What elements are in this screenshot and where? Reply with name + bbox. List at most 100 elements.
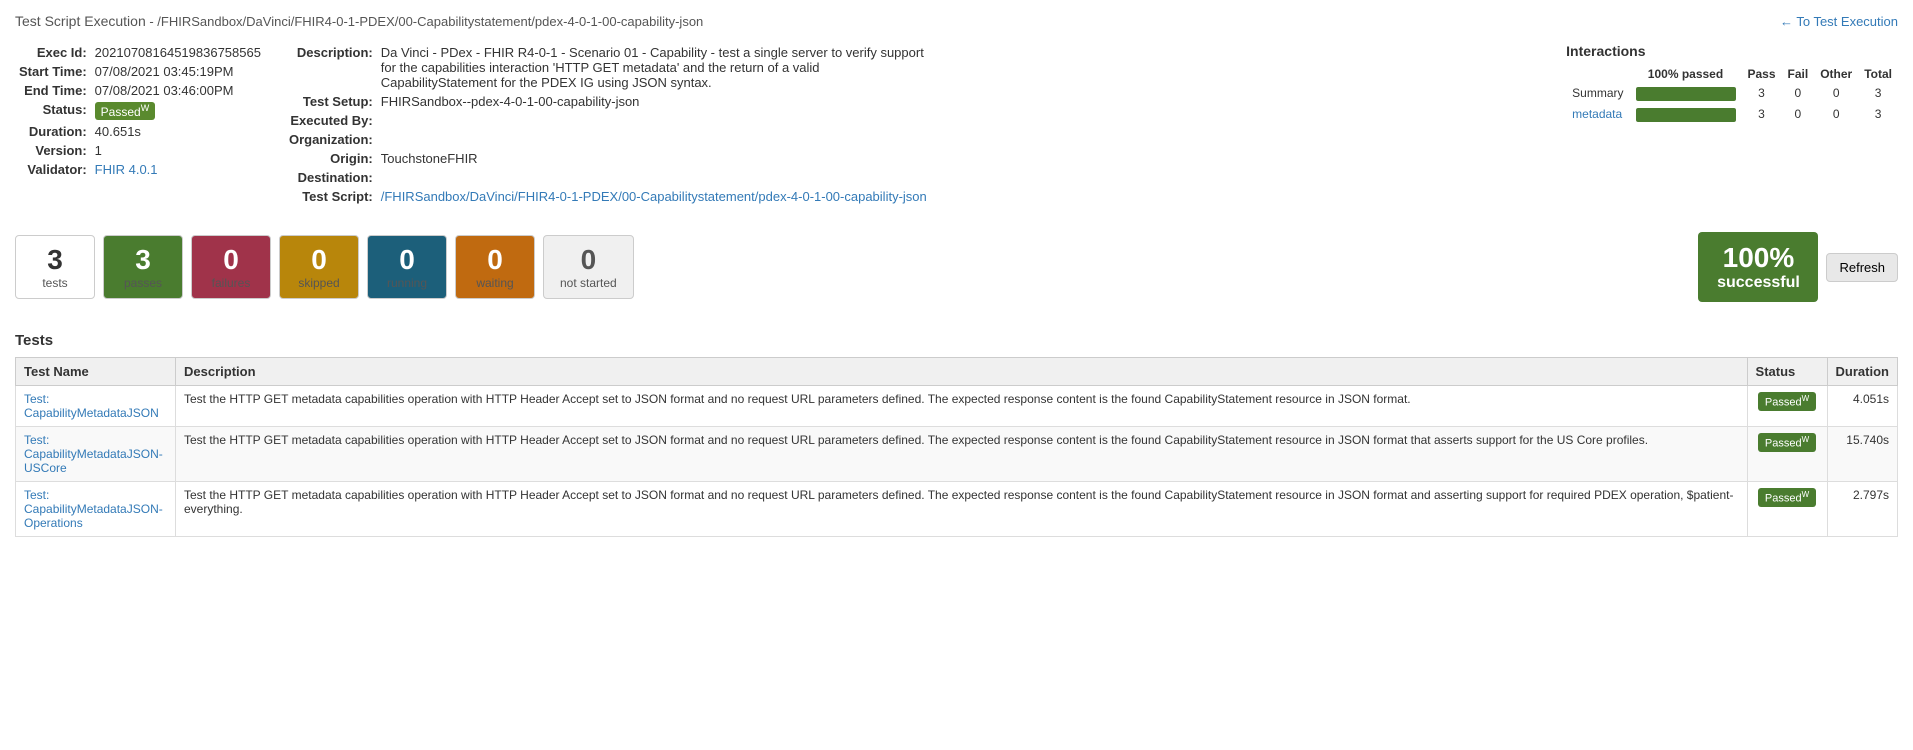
- organization-value: [377, 130, 931, 149]
- description-value: Da Vinci - PDex - FHIR R4-0-1 - Scenario…: [377, 43, 931, 92]
- version-label: Version:: [15, 141, 91, 160]
- interaction-other: 0: [1814, 104, 1858, 125]
- col-status-header: Status: [1747, 358, 1827, 386]
- test-description-cell: Test the HTTP GET metadata capabilities …: [176, 482, 1748, 537]
- failures-num: 0: [223, 244, 239, 276]
- tests-num: 3: [47, 244, 63, 276]
- col-pct-header: 100% passed: [1630, 65, 1742, 83]
- not-started-num: 0: [581, 244, 597, 276]
- failures-label: failures: [212, 276, 251, 290]
- col-test-name-header: Test Name: [16, 358, 176, 386]
- refresh-button[interactable]: Refresh: [1826, 253, 1898, 282]
- exec-info-panel: Exec Id: 20210708164519836758565 Start T…: [15, 43, 265, 206]
- stats-bar: 3 tests 3 passes 0 failures 0 skipped 0 …: [15, 222, 1898, 312]
- interaction-total: 3: [1858, 83, 1898, 104]
- validator-label: Validator:: [15, 160, 91, 179]
- running-num: 0: [399, 244, 415, 276]
- interaction-total: 3: [1858, 104, 1898, 125]
- description-label: Description:: [285, 43, 377, 92]
- tests-section-title: Tests: [15, 332, 1898, 349]
- test-status-cell: PassedW: [1747, 482, 1827, 537]
- status-badge: PassedW: [95, 102, 156, 120]
- test-script-link[interactable]: /FHIRSandbox/DaVinci/FHIR4-0-1-PDEX/00-C…: [381, 189, 927, 204]
- passes-label: passes: [124, 276, 162, 290]
- description-info-panel: Description: Da Vinci - PDex - FHIR R4-0…: [285, 43, 1546, 206]
- waiting-stat: 0 waiting: [455, 235, 535, 299]
- status-badge: PassedW: [1758, 488, 1816, 507]
- executed-by-value: [377, 111, 931, 130]
- end-time-value: 07/08/2021 03:46:00PM: [91, 81, 265, 100]
- interaction-progress: [1630, 83, 1742, 104]
- destination-label: Destination:: [285, 168, 377, 187]
- interactions-title: Interactions: [1566, 43, 1898, 59]
- duration-value: 40.651s: [91, 122, 265, 141]
- test-duration-cell: 2.797s: [1827, 482, 1897, 537]
- exec-id-label: Exec Id:: [15, 43, 91, 62]
- passes-num: 3: [135, 244, 151, 276]
- col-fail-header: Fail: [1782, 65, 1815, 83]
- interaction-name[interactable]: metadata: [1566, 104, 1629, 125]
- failures-stat: 0 failures: [191, 235, 271, 299]
- tests-table: Test Name Description Status Duration Te…: [15, 357, 1898, 537]
- col-name-header: [1566, 65, 1629, 83]
- test-setup-label: Test Setup:: [285, 92, 377, 111]
- not-started-label: not started: [560, 276, 617, 290]
- test-name-link[interactable]: Test: CapabilityMetadataJSON-USCore: [24, 433, 163, 475]
- validator-value: FHIR 4.0.1: [91, 160, 265, 179]
- tests-section: Tests Test Name Description Status Durat…: [15, 332, 1898, 537]
- interaction-row: metadata3003: [1566, 104, 1898, 125]
- skipped-stat: 0 skipped: [279, 235, 359, 299]
- test-name-link[interactable]: Test: CapabilityMetadataJSON: [24, 392, 159, 420]
- interaction-name: Summary: [1566, 83, 1629, 104]
- col-duration-header: Duration: [1827, 358, 1897, 386]
- not-started-stat: 0 not started: [543, 235, 634, 299]
- exec-id-value: 20210708164519836758565: [91, 43, 265, 62]
- test-script-value: /FHIRSandbox/DaVinci/FHIR4-0-1-PDEX/00-C…: [377, 187, 931, 206]
- end-time-label: End Time:: [15, 81, 91, 100]
- origin-value: TouchstoneFHIR: [377, 149, 931, 168]
- start-time-label: Start Time:: [15, 62, 91, 81]
- status-value: PassedW: [91, 100, 265, 122]
- running-stat: 0 running: [367, 235, 447, 299]
- success-pct: 100%: [1723, 242, 1795, 274]
- duration-label: Duration:: [15, 122, 91, 141]
- tests-label: tests: [42, 276, 67, 290]
- interaction-other: 0: [1814, 83, 1858, 104]
- running-label: running: [387, 276, 427, 290]
- col-description-header: Description: [176, 358, 1748, 386]
- col-pass-header: Pass: [1742, 65, 1782, 83]
- test-description-cell: Test the HTTP GET metadata capabilities …: [176, 386, 1748, 427]
- col-total-header: Total: [1858, 65, 1898, 83]
- col-other-header: Other: [1814, 65, 1858, 83]
- interaction-progress: [1630, 104, 1742, 125]
- tests-stat: 3 tests: [15, 235, 95, 299]
- organization-label: Organization:: [285, 130, 377, 149]
- test-name-cell: Test: CapabilityMetadataJSON-USCore: [16, 427, 176, 482]
- interaction-pass: 3: [1742, 83, 1782, 104]
- interaction-fail: 0: [1782, 104, 1815, 125]
- test-setup-value: FHIRSandbox--pdex-4-0-1-00-capability-js…: [377, 92, 931, 111]
- test-name-cell: Test: CapabilityMetadataJSON-Operations: [16, 482, 176, 537]
- skipped-label: skipped: [298, 276, 339, 290]
- test-name-link[interactable]: Test: CapabilityMetadataJSON-Operations: [24, 488, 163, 530]
- test-script-label: Test Script:: [285, 187, 377, 206]
- success-box: 100% successful: [1698, 232, 1818, 302]
- executed-by-label: Executed By:: [285, 111, 377, 130]
- test-duration-cell: 15.740s: [1827, 427, 1897, 482]
- success-label: successful: [1717, 274, 1800, 292]
- test-description-cell: Test the HTTP GET metadata capabilities …: [176, 427, 1748, 482]
- waiting-num: 0: [487, 244, 503, 276]
- status-badge: PassedW: [1758, 392, 1816, 411]
- table-row: Test: CapabilityMetadataJSON Test the HTT…: [16, 386, 1898, 427]
- interaction-name-link[interactable]: metadata: [1572, 107, 1622, 121]
- back-link[interactable]: ← To Test Execution: [1780, 14, 1898, 29]
- interaction-fail: 0: [1782, 83, 1815, 104]
- validator-link[interactable]: FHIR 4.0.1: [95, 162, 158, 177]
- version-value: 1: [91, 141, 265, 160]
- waiting-label: waiting: [476, 276, 513, 290]
- interactions-panel: Interactions 100% passed Pass Fail Other…: [1566, 43, 1898, 206]
- destination-value: [377, 168, 931, 187]
- table-row: Test: CapabilityMetadataJSON-Operations T…: [16, 482, 1898, 537]
- table-row: Test: CapabilityMetadataJSON-USCore Test …: [16, 427, 1898, 482]
- test-status-cell: PassedW: [1747, 386, 1827, 427]
